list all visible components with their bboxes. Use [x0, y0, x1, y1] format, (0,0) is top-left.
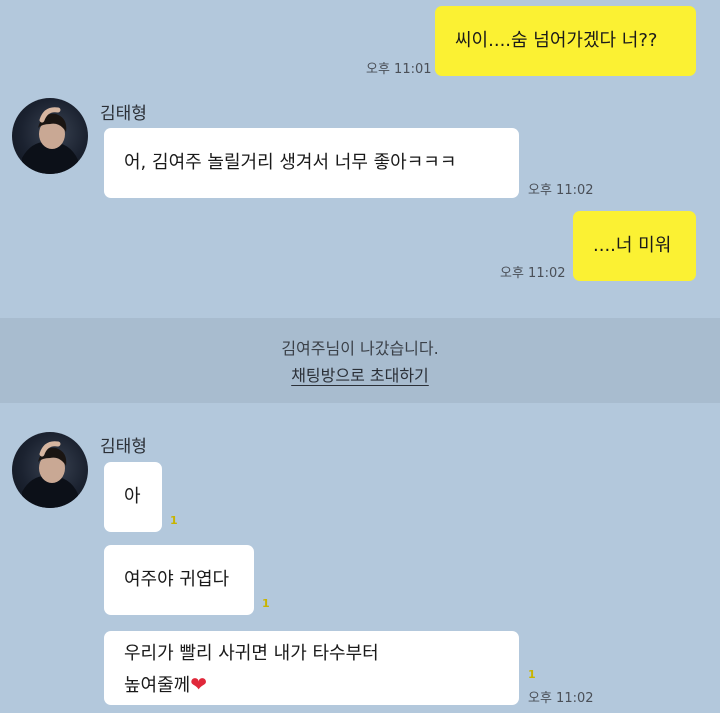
message-time: 오후 11:01 — [366, 62, 432, 77]
sender-name: 김태형 — [100, 437, 147, 457]
message-text: 어, 김여주 놀릴거리 생겨서 너무 좋아ㅋㅋㅋ — [124, 152, 457, 173]
avatar[interactable] — [12, 98, 88, 174]
unread-count: 1 — [528, 668, 536, 681]
unread-count: 1 — [170, 514, 178, 527]
message-time: 오후 11:02 — [528, 691, 594, 706]
invite-to-chat-link[interactable]: 채팅방으로 초대하기 — [291, 362, 429, 386]
message-text: 여주야 귀엽다 — [124, 569, 230, 590]
message-text: ....너 미워 — [593, 235, 672, 256]
sender-name: 김태형 — [100, 104, 147, 124]
message-text: 씨이....숨 넘어가겠다 너?? — [455, 30, 658, 51]
notice-text: 김여주님이 나갔습니다. — [281, 339, 439, 358]
profile-photo-icon — [22, 107, 78, 174]
unread-count: 1 — [262, 597, 270, 610]
profile-photo-icon — [22, 441, 78, 508]
their-message-bubble[interactable]: 어, 김여주 놀릴거리 생겨서 너무 좋아ㅋㅋㅋ — [104, 128, 519, 198]
red-heart-icon: ❤ — [190, 672, 208, 696]
message-time: 오후 11:02 — [528, 183, 594, 198]
avatar[interactable] — [12, 432, 88, 508]
message-text: 아 — [124, 486, 141, 507]
left-chat-notice: 김여주님이 나갔습니다. 채팅방으로 초대하기 — [0, 318, 720, 403]
their-message-bubble[interactable]: 우리가 빨리 사귀면 내가 타수부터 높여줄께❤ — [104, 631, 519, 705]
message-text: 높여줄께 — [124, 675, 191, 696]
message-time: 오후 11:02 — [500, 266, 566, 281]
their-message-bubble[interactable]: 여주야 귀엽다 — [104, 545, 254, 615]
message-text-line-with-emoji: 높여줄께❤ — [124, 669, 499, 701]
their-message-bubble[interactable]: 아 — [104, 462, 162, 532]
message-text-line: 우리가 빨리 사귀면 내가 타수부터 — [124, 643, 379, 664]
my-message-bubble[interactable]: ....너 미워 — [573, 211, 696, 281]
my-message-bubble[interactable]: 씨이....숨 넘어가겠다 너?? — [435, 6, 696, 76]
